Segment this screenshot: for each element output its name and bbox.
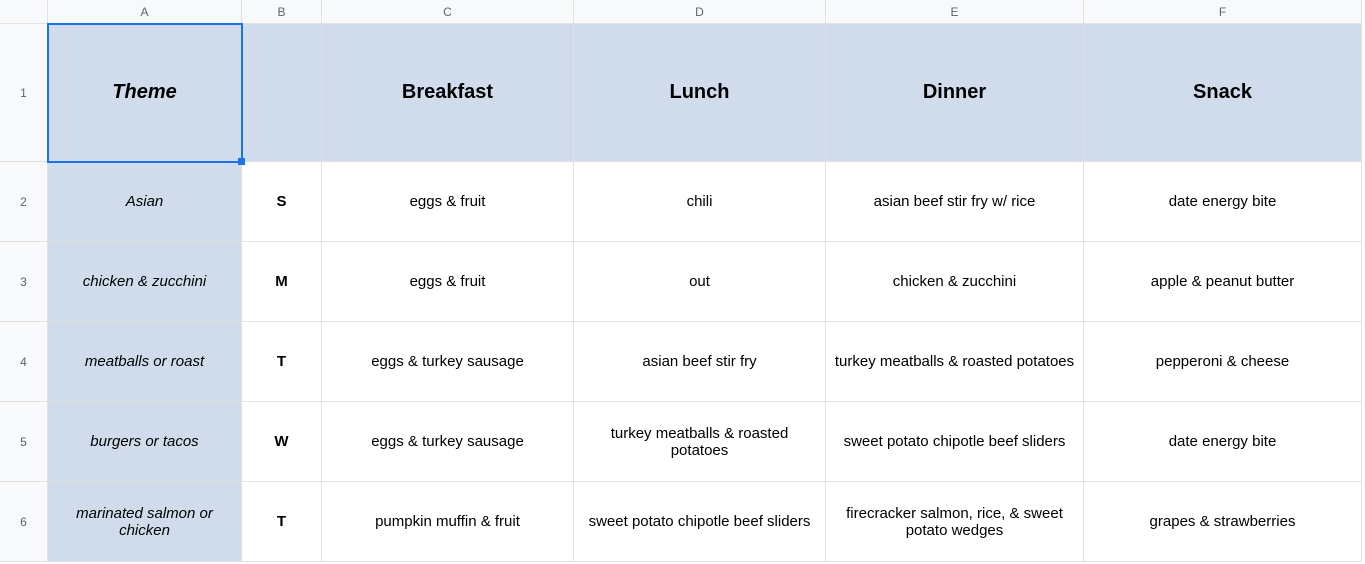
cell-d6[interactable]: sweet potato chipotle beef sliders — [574, 482, 826, 562]
cell-b1[interactable] — [242, 24, 322, 162]
cell-e2[interactable]: asian beef stir fry w/ rice — [826, 162, 1084, 242]
cell-c6[interactable]: pumpkin muffin & fruit — [322, 482, 574, 562]
cell-f4[interactable]: pepperoni & cheese — [1084, 322, 1362, 402]
col-header-f[interactable]: F — [1084, 0, 1362, 24]
row-header-3[interactable]: 3 — [0, 242, 48, 322]
cell-a5[interactable]: burgers or tacos — [48, 402, 242, 482]
cell-d1[interactable]: Lunch — [574, 24, 826, 162]
row-header-5[interactable]: 5 — [0, 402, 48, 482]
cell-a4[interactable]: meatballs or roast — [48, 322, 242, 402]
cell-f2[interactable]: date energy bite — [1084, 162, 1362, 242]
cell-e4[interactable]: turkey meatballs & roasted potatoes — [826, 322, 1084, 402]
row-header-1[interactable]: 1 — [0, 24, 48, 162]
cell-e6[interactable]: firecracker salmon, rice, & sweet potato… — [826, 482, 1084, 562]
row-header-6[interactable]: 6 — [0, 482, 48, 562]
cell-b4[interactable]: T — [242, 322, 322, 402]
header-theme-label: Theme — [112, 81, 176, 104]
cell-b5[interactable]: W — [242, 402, 322, 482]
cell-e3[interactable]: chicken & zucchini — [826, 242, 1084, 322]
cell-f1[interactable]: Snack — [1084, 24, 1362, 162]
cell-c5[interactable]: eggs & turkey sausage — [322, 402, 574, 482]
cell-d3[interactable]: out — [574, 242, 826, 322]
cell-b6[interactable]: T — [242, 482, 322, 562]
select-all-corner[interactable] — [0, 0, 48, 24]
cell-f3[interactable]: apple & peanut butter — [1084, 242, 1362, 322]
cell-c3[interactable]: eggs & fruit — [322, 242, 574, 322]
cell-c1[interactable]: Breakfast — [322, 24, 574, 162]
col-header-e[interactable]: E — [826, 0, 1084, 24]
spreadsheet-grid: A B C D E F 1 Theme Breakfast Lunch Dinn… — [0, 0, 1365, 562]
cell-c4[interactable]: eggs & turkey sausage — [322, 322, 574, 402]
cell-d4[interactable]: asian beef stir fry — [574, 322, 826, 402]
cell-e1[interactable]: Dinner — [826, 24, 1084, 162]
cell-a2[interactable]: Asian — [48, 162, 242, 242]
cell-c2[interactable]: eggs & fruit — [322, 162, 574, 242]
col-header-b[interactable]: B — [242, 0, 322, 24]
cell-d5[interactable]: turkey meatballs & roasted potatoes — [574, 402, 826, 482]
selection-drag-handle[interactable] — [238, 158, 245, 165]
cell-a6[interactable]: marinated salmon or chicken — [48, 482, 242, 562]
col-header-a[interactable]: A — [48, 0, 242, 24]
col-header-c[interactable]: C — [322, 0, 574, 24]
cell-b2[interactable]: S — [242, 162, 322, 242]
cell-f6[interactable]: grapes & strawberries — [1084, 482, 1362, 562]
cell-a1[interactable]: Theme — [48, 24, 242, 162]
cell-d2[interactable]: chili — [574, 162, 826, 242]
row-header-2[interactable]: 2 — [0, 162, 48, 242]
cell-b3[interactable]: M — [242, 242, 322, 322]
row-header-4[interactable]: 4 — [0, 322, 48, 402]
cell-a3[interactable]: chicken & zucchini — [48, 242, 242, 322]
col-header-d[interactable]: D — [574, 0, 826, 24]
cell-e5[interactable]: sweet potato chipotle beef sliders — [826, 402, 1084, 482]
cell-f5[interactable]: date energy bite — [1084, 402, 1362, 482]
